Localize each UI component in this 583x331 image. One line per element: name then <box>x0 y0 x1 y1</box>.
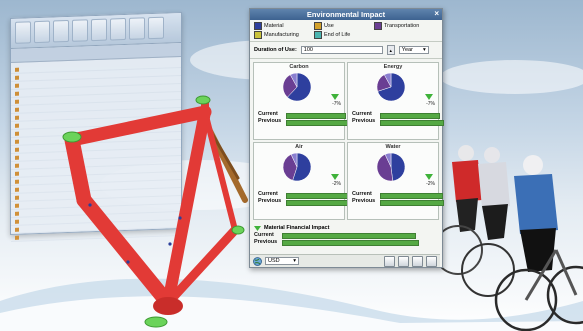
legend-label: Transportation <box>384 23 420 29</box>
mfi-previous-bar <box>282 240 419 246</box>
duration-value: 100 <box>303 47 313 53</box>
previous-label: Previous <box>352 198 376 204</box>
current-bar <box>380 193 443 199</box>
current-bar <box>286 113 346 119</box>
tile-title: Water <box>385 144 401 150</box>
duration-spinner[interactable]: ▲ <box>386 45 395 55</box>
previous-label: Previous <box>258 118 282 124</box>
impact-grid: Carbon -7% Current Previous Energy -7% Current… <box>250 59 444 223</box>
legend-label: Material <box>264 23 284 29</box>
current-label: Current <box>352 191 372 197</box>
duration-unit-select[interactable]: Year ▾ <box>398 46 429 54</box>
impact-tile-energy: Energy -7% Current Previous <box>347 62 444 140</box>
report-icon[interactable] <box>384 255 395 267</box>
pie-slice <box>390 152 406 182</box>
tile-title: Air <box>295 144 303 150</box>
current-bar <box>286 193 349 199</box>
decrease-arrow-icon <box>425 94 433 100</box>
legend-item: Material <box>254 22 314 30</box>
legend-item: End of Life <box>314 31 374 39</box>
legend-item: Manufacturing <box>254 31 314 39</box>
legend-label: Use <box>324 23 334 29</box>
previous-label: Previous <box>352 118 376 124</box>
duration-unit-value: Year <box>401 47 413 53</box>
tile-title: Energy <box>383 64 403 70</box>
tile-change-percent: -2% <box>426 181 435 187</box>
panel-titlebar: Environmental Impact × <box>250 9 442 20</box>
panel-footer: USD ▾ <box>250 254 440 267</box>
chevron-down-icon: ▾ <box>423 47 426 53</box>
legend-swatch-icon <box>314 31 322 39</box>
current-bar <box>380 113 440 119</box>
impact-pie-chart <box>282 152 312 182</box>
mfi-current-bar <box>282 233 416 239</box>
promo-scene: Environmental Impact × Material Use Transp… <box>0 0 583 331</box>
impact-legend: Material Use Transportation Manufacturing En… <box>250 20 442 42</box>
decrease-arrow-icon <box>331 94 339 100</box>
legend-item: Transportation <box>374 22 440 30</box>
impact-pie-chart <box>282 72 312 102</box>
tile-change-percent: -2% <box>332 181 341 187</box>
close-icon[interactable]: × <box>434 9 439 18</box>
duration-input[interactable]: 100 <box>300 46 383 54</box>
chevron-down-icon: ▾ <box>293 258 296 264</box>
current-label: Current <box>258 111 278 117</box>
legend-label: Manufacturing <box>264 32 299 38</box>
duration-label: Duration of Use: <box>254 47 297 53</box>
cyclists-photo <box>433 145 583 331</box>
legend-swatch-icon <box>254 22 262 30</box>
impact-pie-chart <box>376 72 406 102</box>
financial-impact-header: Material Financial Impact <box>250 223 442 231</box>
duration-row: Duration of Use: 100 ▲ Year ▾ <box>250 42 442 59</box>
legend-swatch-icon <box>254 31 262 39</box>
tile-change-percent: -7% <box>426 101 435 107</box>
previous-bar <box>286 200 350 206</box>
impact-pie-chart <box>376 152 406 182</box>
decrease-arrow-icon <box>331 174 339 180</box>
impact-tile-water: Water -2% Current Previous <box>347 142 444 220</box>
globe-icon <box>253 256 262 266</box>
legend-label: End of Life <box>324 32 351 38</box>
current-label: Current <box>258 191 278 197</box>
current-label: Current <box>352 111 372 117</box>
previous-label: Previous <box>258 198 282 204</box>
environmental-impact-panel: Environmental Impact × Material Use Transp… <box>249 8 444 268</box>
tile-change-percent: -7% <box>332 101 341 107</box>
currency-select[interactable]: USD ▾ <box>265 257 299 265</box>
financial-impact-bars: Current Previous <box>250 231 442 247</box>
previous-bar <box>380 200 444 206</box>
save-icon[interactable] <box>398 255 409 267</box>
mfi-previous-label: Previous <box>254 239 278 245</box>
decrease-arrow-icon <box>425 174 433 180</box>
legend-swatch-icon <box>374 22 382 30</box>
settings-icon[interactable] <box>426 255 437 267</box>
currency-value: USD <box>268 258 280 264</box>
previous-bar <box>286 120 350 126</box>
legend-swatch-icon <box>314 22 322 30</box>
mfi-current-label: Current <box>254 232 274 238</box>
print-icon[interactable] <box>412 255 423 267</box>
panel-title: Environmental Impact <box>306 10 386 19</box>
impact-tile-air: Air -2% Current Previous <box>253 142 350 220</box>
impact-tile-carbon: Carbon -7% Current Previous <box>253 62 350 140</box>
tile-title: Carbon <box>289 64 309 70</box>
legend-item: Use <box>314 22 374 30</box>
previous-bar <box>380 120 444 126</box>
